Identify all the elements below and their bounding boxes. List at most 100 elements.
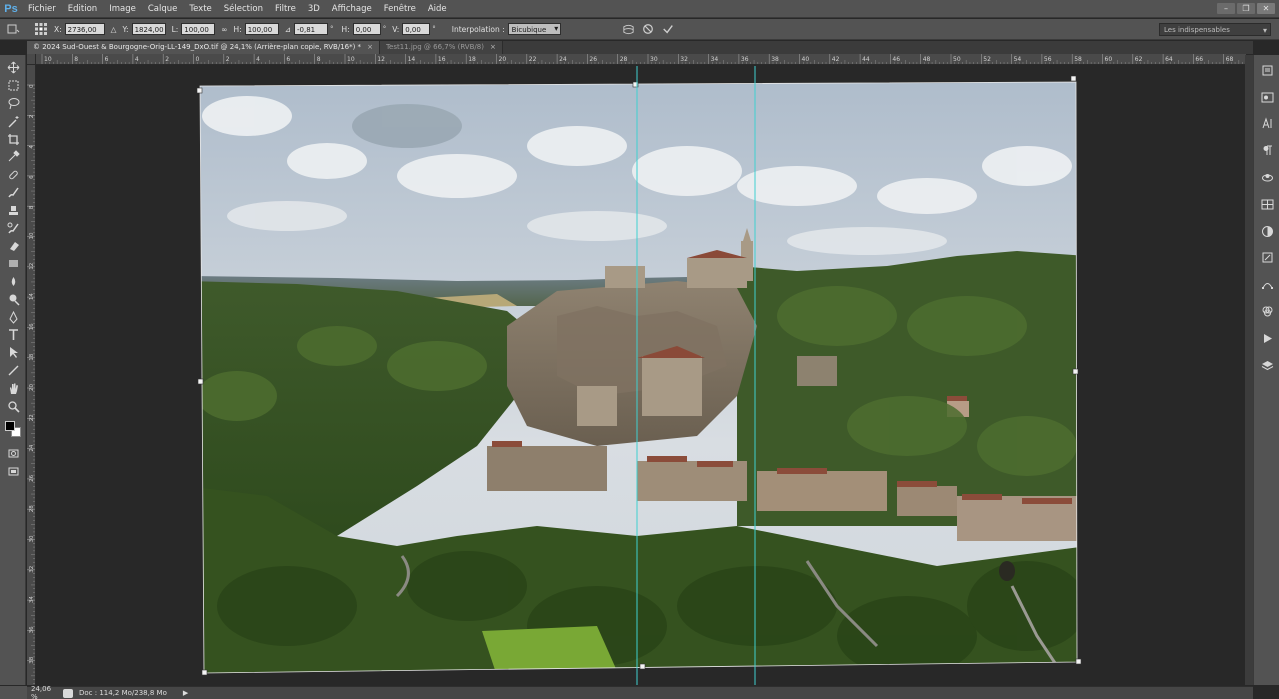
color-panel-button[interactable] [1254,84,1279,111]
eraser-tool[interactable] [0,237,26,255]
reference-point-icon[interactable] [34,22,48,36]
ruler-label: 68 [1226,56,1234,63]
close-icon[interactable]: × [490,41,496,54]
move-tool[interactable] [0,59,26,77]
pen-tool[interactable] [0,308,26,326]
height-field[interactable]: 100,00 % [244,23,279,46]
x-field[interactable]: 2736,00 p [64,23,105,46]
tab-document-2[interactable]: Test11.jpg @ 66,7% (RVB/8) × [379,41,503,54]
proof-icon[interactable] [63,688,73,698]
ruler-label: 20 [29,384,35,391]
zoom-tool[interactable] [0,397,26,415]
tab-document-1[interactable]: © 2024 Sud-Ouest & Bourgogne-Orig-LL-149… [27,41,380,54]
ruler-label: 40 [802,56,810,63]
status-menu-arrow[interactable]: ▶ [183,689,188,697]
close-icon[interactable]: × [367,41,373,54]
vertical-ruler[interactable]: 0 2 4 6 8 10 12 14 16 18 20 22 24 26 28 30 32 34 36 38 [27,65,36,685]
ruler-label: 10 [347,56,355,63]
hand-tool[interactable] [0,379,26,397]
menu-aide[interactable]: Aide [422,0,453,18]
tab-label: © 2024 Sud-Ouest & Bourgogne-Orig-LL-149… [33,43,362,51]
canvas-area[interactable] [37,66,1246,685]
quick-mask-button[interactable] [0,445,26,463]
ruler-label: 42 [832,56,840,63]
adjustments-panel-button[interactable] [1254,218,1279,245]
workspace-select[interactable]: Les indispensables [1159,22,1271,37]
blur-tool[interactable] [0,273,26,291]
history-icon [1262,65,1272,76]
brush-tool[interactable] [0,184,26,202]
menu-fichier[interactable]: Fichier [22,0,62,18]
ruler-corner [27,54,36,65]
layers-panel-button[interactable] [1254,352,1279,379]
menu-calque[interactable]: Calque [142,0,184,18]
move-icon [7,62,19,74]
color-swatches[interactable] [0,415,26,445]
ruler-label: 26 [589,56,597,63]
menu-edition[interactable]: Edition [62,0,103,18]
history-panel-button[interactable] [1254,57,1279,84]
commit-transform-icon[interactable] [661,22,675,36]
crop-tool[interactable] [0,130,26,148]
zoom-level[interactable]: 24,06 % [27,685,57,699]
history-brush-tool[interactable] [0,219,26,237]
hskew-field[interactable]: 0,00 [352,23,381,35]
gradient-tool[interactable] [0,255,26,273]
document-canvas[interactable] [37,66,1246,685]
layers-comp-icon [1261,199,1273,210]
y-field[interactable]: 1824,00 p [131,23,166,46]
interpolation-select[interactable]: Bicubique [507,23,562,35]
line-tool[interactable] [0,362,26,380]
horizontal-ruler[interactable]: 10 8 6 4 2 0 2 4 6 8 10 12 14 16 18 20 22 24 26 28 30 32 34 36 3… [36,54,1246,65]
angle-field[interactable]: -0,81 [294,23,329,35]
menu-affichage[interactable]: Affichage [326,0,378,18]
character-panel-button[interactable] [1254,111,1279,138]
menu-filtre[interactable]: Filtre [269,0,302,18]
width-field[interactable]: 100,00 % [181,23,216,46]
cancel-transform-icon[interactable] [641,22,655,36]
minimize-button[interactable]: – [1217,3,1235,14]
ruler-label: 58 [1074,56,1082,63]
menu-texte[interactable]: Texte [183,0,217,18]
w-label: L: [171,24,179,34]
paragraph-icon [1263,145,1272,156]
ruler-label: 2 [165,56,169,63]
vskew-field[interactable]: 0,00 [402,23,431,35]
actions-panel-button[interactable] [1254,325,1279,352]
maximize-button[interactable]: ❐ [1237,3,1255,14]
close-button[interactable]: ✕ [1257,3,1275,14]
menu-image[interactable]: Image [103,0,142,18]
channels-panel-button[interactable] [1254,298,1279,325]
angle-icon: ⊿ [284,24,292,34]
marquee-tool[interactable] [0,77,26,95]
menu-fen-tre[interactable]: Fenêtre [378,0,422,18]
path-selection-tool[interactable] [0,344,26,362]
eyedropper-tool[interactable] [0,148,26,166]
menu-3d[interactable]: 3D [302,0,326,18]
paragraph-panel-button[interactable] [1254,137,1279,164]
lasso-tool[interactable] [0,95,26,113]
properties-panel-button[interactable] [1254,245,1279,272]
ruler-label: 24 [559,56,567,63]
clone-stamp-tool[interactable] [0,201,26,219]
link-icon[interactable]: ∞ [221,25,227,34]
healing-brush-tool[interactable] [0,166,26,184]
hskew-label: H: [341,24,350,34]
swatches-panel-button[interactable] [1254,164,1279,191]
paths-panel-button[interactable] [1254,271,1279,298]
dodge-tool[interactable] [0,290,26,308]
layers-icon [1261,360,1273,370]
tool-preset-icon[interactable] [6,22,20,36]
layers-comp-panel-button[interactable] [1254,191,1279,218]
ruler-label: 0 [29,84,35,88]
type-tool[interactable] [0,326,26,344]
foreground-color[interactable] [5,420,15,431]
menu-s-lection[interactable]: Sélection [218,0,269,18]
magic-wand-tool[interactable] [0,112,26,130]
warp-icon[interactable] [621,22,635,36]
ruler-label: 34 [29,596,35,603]
ruler-label: 16 [29,323,35,330]
window-controls: – ❐ ✕ [1217,3,1279,14]
panel-scrollbar[interactable] [1245,55,1253,685]
screen-mode-button[interactable] [0,463,26,481]
